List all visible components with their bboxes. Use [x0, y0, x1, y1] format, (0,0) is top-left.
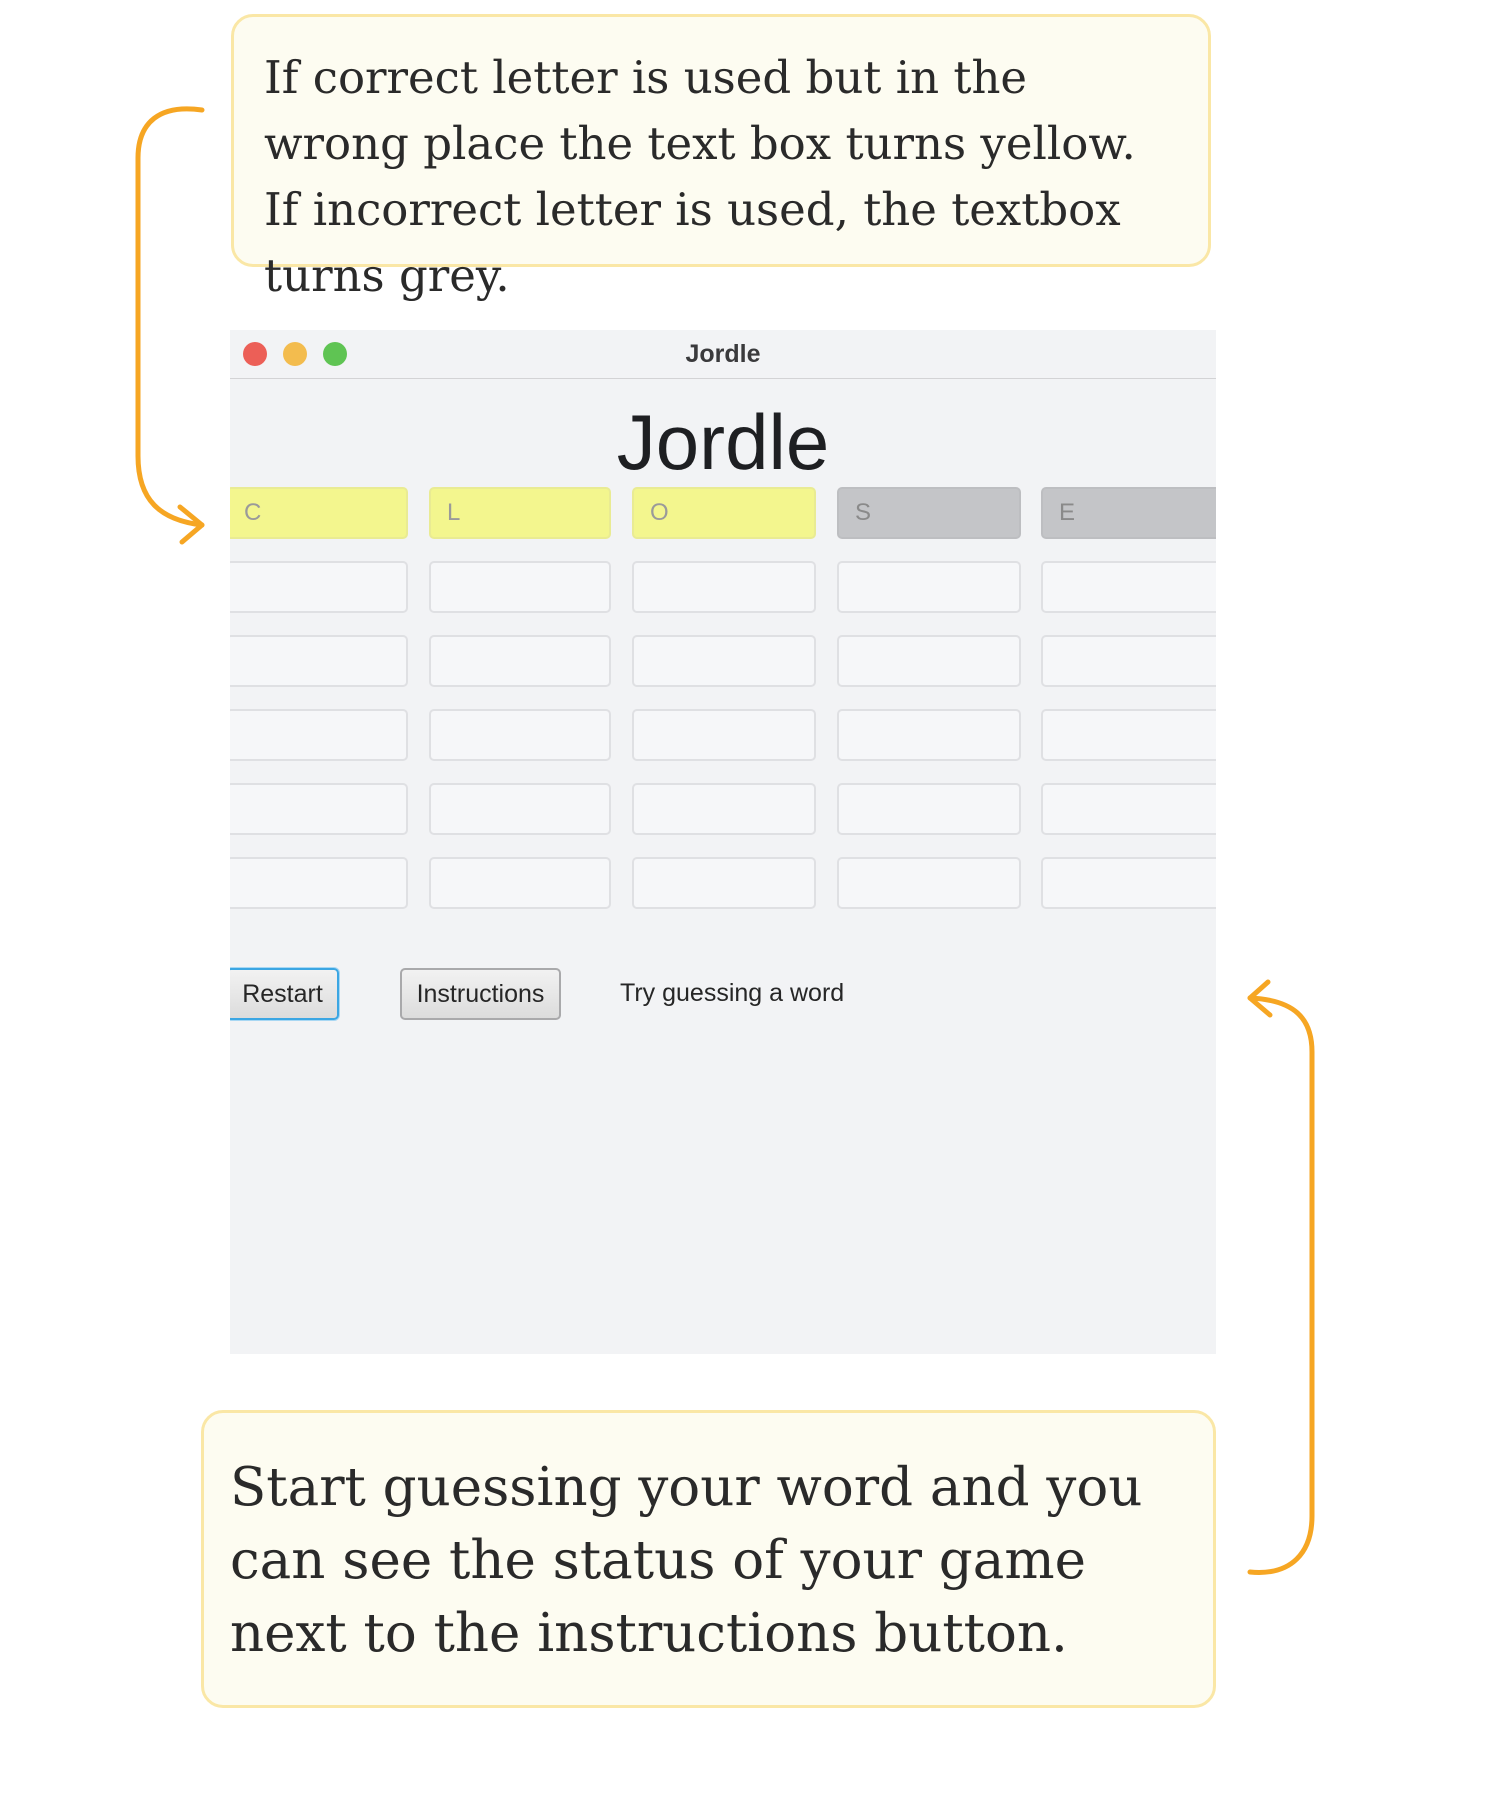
letter-cell-r3-c1[interactable]: [230, 635, 408, 687]
letter-cell-r6-c4[interactable]: [837, 857, 1021, 909]
window-title: Jordle: [685, 340, 761, 368]
jordle-window: Jordle Jordle CLOSE Restart Instructions…: [230, 330, 1216, 1354]
letter-cell-r2-c1[interactable]: [230, 561, 408, 613]
letter-cell-r5-c1[interactable]: [230, 783, 408, 835]
letter-cell-r4-c4[interactable]: [837, 709, 1021, 761]
letter-cell-r1-c4[interactable]: S: [837, 487, 1021, 539]
letter-cell-r3-c4[interactable]: [837, 635, 1021, 687]
arrow-right-curve: [1247, 995, 1315, 1575]
letter-cell-r5-c3[interactable]: [632, 783, 816, 835]
game-heading: Jordle: [616, 398, 830, 486]
arrow-right-head: [1247, 979, 1273, 1018]
instructions-button[interactable]: Instructions: [400, 968, 561, 1020]
title-bar: Jordle: [230, 330, 1216, 379]
letter-cell-r5-c2[interactable]: [429, 783, 611, 835]
game-status-text: Try guessing a word: [620, 979, 845, 1007]
callout-bottom: Start guessing your word and you can see…: [201, 1410, 1216, 1708]
letter-cell-r2-c4[interactable]: [837, 561, 1021, 613]
letter-cell-r6-c3[interactable]: [632, 857, 816, 909]
arrow-left-head: [177, 504, 205, 545]
letter-cell-r5-c5[interactable]: [1041, 783, 1216, 835]
letter-cell-r1-c5[interactable]: E: [1041, 487, 1216, 539]
letter-cell-r6-c5[interactable]: [1041, 857, 1216, 909]
letter-cell-r2-c5[interactable]: [1041, 561, 1216, 613]
letter-cell-r4-c3[interactable]: [632, 709, 816, 761]
letter-cell-r4-c1[interactable]: [230, 709, 408, 761]
letter-cell-r6-c1[interactable]: [230, 857, 408, 909]
letter-cell-r3-c2[interactable]: [429, 635, 611, 687]
letter-cell-r4-c5[interactable]: [1041, 709, 1216, 761]
letter-cell-r4-c2[interactable]: [429, 709, 611, 761]
letter-cell-r3-c3[interactable]: [632, 635, 816, 687]
letter-grid: CLOSE: [230, 487, 1216, 909]
letter-cell-r3-c5[interactable]: [1041, 635, 1216, 687]
restart-button[interactable]: Restart: [230, 968, 339, 1020]
letter-cell-r1-c2[interactable]: L: [429, 487, 611, 539]
letter-cell-r5-c4[interactable]: [837, 783, 1021, 835]
callout-top: If correct letter is used but in the wro…: [231, 14, 1211, 302]
letter-cell-r1-c3[interactable]: O: [632, 487, 816, 539]
letter-cell-r2-c2[interactable]: [429, 561, 611, 613]
arrow-left-curve: [135, 106, 205, 528]
letter-cell-r2-c3[interactable]: [632, 561, 816, 613]
letter-cell-r6-c2[interactable]: [429, 857, 611, 909]
letter-cell-r1-c1[interactable]: C: [230, 487, 408, 539]
